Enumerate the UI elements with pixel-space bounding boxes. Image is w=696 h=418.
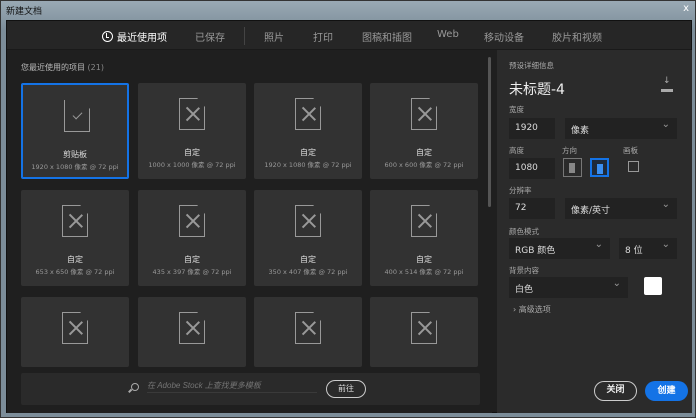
custom-doc-icon bbox=[411, 312, 437, 344]
landscape-icon bbox=[597, 164, 603, 174]
portrait-orientation-button[interactable] bbox=[563, 158, 582, 177]
custom-doc-icon bbox=[295, 98, 321, 130]
preset-size: 350 x 407 像素 @ 72 ppi bbox=[268, 268, 348, 276]
preset-size: 1000 x 1000 像素 @ 72 ppi bbox=[148, 161, 236, 169]
preset-size: 1920 x 1080 像素 @ 72 ppi bbox=[31, 163, 119, 171]
custom-doc-icon bbox=[179, 205, 205, 237]
width-unit-select[interactable]: 像素 bbox=[565, 118, 677, 139]
close-button[interactable]: 关闭 bbox=[594, 381, 637, 401]
preset-name: 剪贴板 bbox=[63, 150, 87, 159]
preset-name: 自定 bbox=[184, 255, 200, 264]
recent-title: 您最近使用的项目 (21) bbox=[21, 62, 104, 73]
preset-card[interactable]: 自定 400 x 514 像素 @ 72 ppi bbox=[370, 190, 478, 286]
details-header: 预设详细信息 bbox=[509, 61, 554, 70]
preset-card[interactable]: 自定 350 x 407 像素 @ 72 ppi bbox=[254, 190, 362, 286]
create-button[interactable]: 创建 bbox=[645, 381, 688, 401]
preset-card[interactable]: 自定 435 x 397 像素 @ 72 ppi bbox=[138, 190, 246, 286]
category-tabs: 最近使用项 已保存 照片 打印 图稿和插图 Web 移动设备 胶片和视频 bbox=[7, 21, 691, 53]
tab-saved[interactable]: 已保存 bbox=[195, 29, 225, 44]
preset-card[interactable] bbox=[370, 297, 478, 367]
scrollbar[interactable] bbox=[488, 57, 491, 207]
portrait-icon bbox=[569, 163, 575, 173]
custom-doc-icon bbox=[411, 205, 437, 237]
orientation-label: 方向 bbox=[562, 146, 577, 155]
save-preset-icon[interactable] bbox=[661, 76, 673, 92]
resolution-input[interactable]: 72 bbox=[509, 198, 555, 219]
window-title: 新建文档 bbox=[6, 7, 43, 17]
stock-search-bar: 前往 bbox=[21, 373, 480, 405]
recent-title-text: 您最近使用的项目 bbox=[21, 63, 85, 72]
preset-name: 自定 bbox=[67, 255, 83, 264]
window-close-button[interactable]: x bbox=[683, 3, 689, 14]
preset-card[interactable] bbox=[21, 297, 129, 367]
height-label: 高度 bbox=[509, 146, 524, 155]
dialog-window: 新建文档 x 最近使用项 已保存 照片 打印 图稿和插图 Web 移动设备 胶片… bbox=[0, 0, 696, 418]
preset-size: 1920 x 1080 像素 @ 72 ppi bbox=[264, 161, 352, 169]
preset-size: 653 x 650 像素 @ 72 ppi bbox=[35, 268, 115, 276]
bit-depth-select[interactable]: 8 位 bbox=[619, 238, 677, 259]
resolution-unit-select[interactable]: 像素/英寸 bbox=[565, 198, 677, 219]
preset-name: 自定 bbox=[416, 255, 432, 264]
advanced-options-label: 高级选项 bbox=[518, 305, 551, 314]
custom-doc-icon bbox=[295, 205, 321, 237]
dialog-content: 最近使用项 已保存 照片 打印 图稿和插图 Web 移动设备 胶片和视频 您最近… bbox=[6, 20, 692, 413]
tab-web[interactable]: Web bbox=[437, 29, 459, 40]
preset-name: 自定 bbox=[300, 148, 316, 157]
color-mode-label: 颜色模式 bbox=[509, 227, 539, 236]
tab-photo[interactable]: 照片 bbox=[264, 29, 284, 44]
tab-print[interactable]: 打印 bbox=[313, 29, 333, 44]
clipboard-icon bbox=[64, 100, 90, 132]
preset-card[interactable]: 自定 600 x 600 像素 @ 72 ppi bbox=[370, 83, 478, 179]
custom-doc-icon bbox=[411, 98, 437, 130]
recent-count: (21) bbox=[87, 63, 104, 72]
advanced-options-toggle[interactable]: › 高级选项 bbox=[513, 304, 551, 315]
document-name[interactable]: 未标题-4 bbox=[509, 79, 565, 99]
width-input[interactable]: 1920 bbox=[509, 118, 555, 139]
clock-icon bbox=[102, 31, 113, 42]
landscape-orientation-button[interactable] bbox=[590, 158, 609, 177]
tab-film-video[interactable]: 胶片和视频 bbox=[552, 29, 602, 44]
artboard-checkbox[interactable] bbox=[628, 161, 639, 172]
preset-name: 自定 bbox=[300, 255, 316, 264]
preset-card[interactable]: 自定 653 x 650 像素 @ 72 ppi bbox=[21, 190, 129, 286]
preset-size: 400 x 514 像素 @ 72 ppi bbox=[384, 268, 464, 276]
go-button[interactable]: 前往 bbox=[326, 380, 366, 398]
preset-card[interactable]: 自定 1920 x 1080 像素 @ 72 ppi bbox=[254, 83, 362, 179]
resolution-label: 分辨率 bbox=[509, 186, 532, 195]
tab-art-illustration[interactable]: 图稿和插图 bbox=[362, 29, 412, 44]
preset-card[interactable] bbox=[138, 297, 246, 367]
preset-details-panel: 预设详细信息 未标题-4 宽度 1920 像素 高度 1080 方向 画板 分辨… bbox=[497, 50, 692, 413]
artboard-label: 画板 bbox=[623, 146, 638, 155]
color-mode-select[interactable]: RGB 颜色 bbox=[509, 238, 610, 259]
custom-doc-icon bbox=[179, 312, 205, 344]
tab-label: 最近使用项 bbox=[117, 33, 167, 44]
search-icon bbox=[131, 383, 139, 391]
width-label: 宽度 bbox=[509, 105, 524, 114]
tab-divider bbox=[244, 27, 245, 45]
preset-name: 自定 bbox=[416, 148, 432, 157]
custom-doc-icon bbox=[179, 98, 205, 130]
custom-doc-icon bbox=[62, 205, 88, 237]
background-label: 背景内容 bbox=[509, 266, 539, 275]
preset-size: 600 x 600 像素 @ 72 ppi bbox=[384, 161, 464, 169]
preset-card[interactable] bbox=[254, 297, 362, 367]
stock-search-input[interactable] bbox=[147, 381, 317, 393]
custom-doc-icon bbox=[295, 312, 321, 344]
tab-recent[interactable]: 最近使用项 bbox=[102, 29, 167, 53]
preset-card[interactable]: 剪贴板 1920 x 1080 像素 @ 72 ppi bbox=[21, 83, 129, 179]
custom-doc-icon bbox=[62, 312, 88, 344]
preset-size: 435 x 397 像素 @ 72 ppi bbox=[152, 268, 232, 276]
tab-mobile[interactable]: 移动设备 bbox=[484, 29, 524, 44]
height-input[interactable]: 1080 bbox=[509, 158, 555, 179]
recent-panel: 您最近使用的项目 (21) 剪贴板 1920 x 1080 像素 @ 72 ppi… bbox=[7, 50, 492, 413]
preset-card[interactable]: 自定 1000 x 1000 像素 @ 72 ppi bbox=[138, 83, 246, 179]
preset-name: 自定 bbox=[184, 148, 200, 157]
background-select[interactable]: 白色 bbox=[509, 277, 628, 298]
background-color-swatch[interactable] bbox=[644, 277, 662, 295]
